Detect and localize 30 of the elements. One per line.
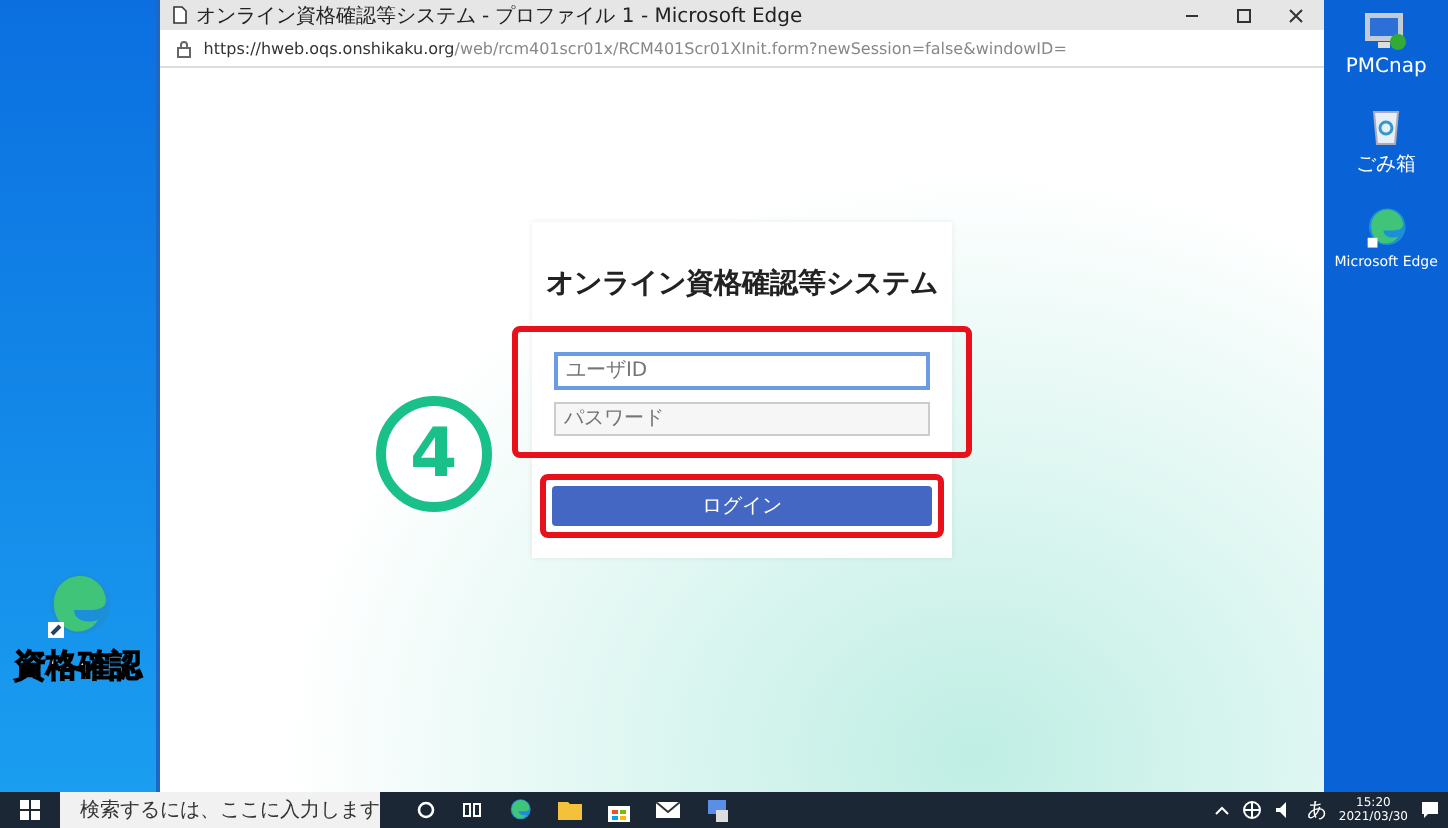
app-icon[interactable] <box>706 798 730 822</box>
recycle-bin-icon[interactable] <box>1370 106 1403 146</box>
step-number-circle: 4 <box>375 396 492 512</box>
edge-shortcut-icon[interactable] <box>1364 206 1409 250</box>
login-heading: オンライン資格確認等システム <box>545 266 938 302</box>
task-view-icon[interactable] <box>462 800 482 820</box>
ime-indicator[interactable]: あ <box>1306 796 1327 824</box>
search-placeholder: 検索するには、ここに入力します <box>80 797 380 824</box>
desktop-icon-label: PMCnap <box>1345 56 1427 78</box>
maximize-icon[interactable] <box>1236 7 1253 23</box>
close-icon[interactable] <box>1288 7 1305 23</box>
lock-icon <box>175 39 192 57</box>
start-icon[interactable] <box>20 800 40 820</box>
url-text: https://hweb.oqs.onshikaku.org/web/rcm401scr01x/RCM401Scr01XInit.form?newSession=false&windowID= <box>203 39 1067 57</box>
network-icon[interactable] <box>1242 800 1263 820</box>
page-icon <box>171 6 188 24</box>
cortana-icon[interactable] <box>416 800 436 820</box>
window-title: オンライン資格確認等システム - プロファイル 1 - Microsoft Edge <box>195 3 803 29</box>
edge-icon[interactable] <box>508 798 532 822</box>
input-field[interactable]: ユーザID <box>553 352 930 390</box>
input-field[interactable]: パスワード <box>553 402 930 436</box>
desktop-icon-label: 資格確認 <box>13 646 142 688</box>
notification-icon[interactable] <box>1420 800 1440 820</box>
folder-icon[interactable] <box>558 800 582 820</box>
chevron-up-icon[interactable] <box>1214 802 1231 818</box>
login-button[interactable]: ログイン <box>551 486 932 526</box>
taskbar-search-field[interactable]: 検索するには、ここに入力します <box>60 792 380 828</box>
desktop-icon-label: ごみ箱 <box>1356 152 1417 178</box>
monitor-icon[interactable] <box>1364 12 1409 52</box>
mail-icon[interactable] <box>656 800 680 820</box>
